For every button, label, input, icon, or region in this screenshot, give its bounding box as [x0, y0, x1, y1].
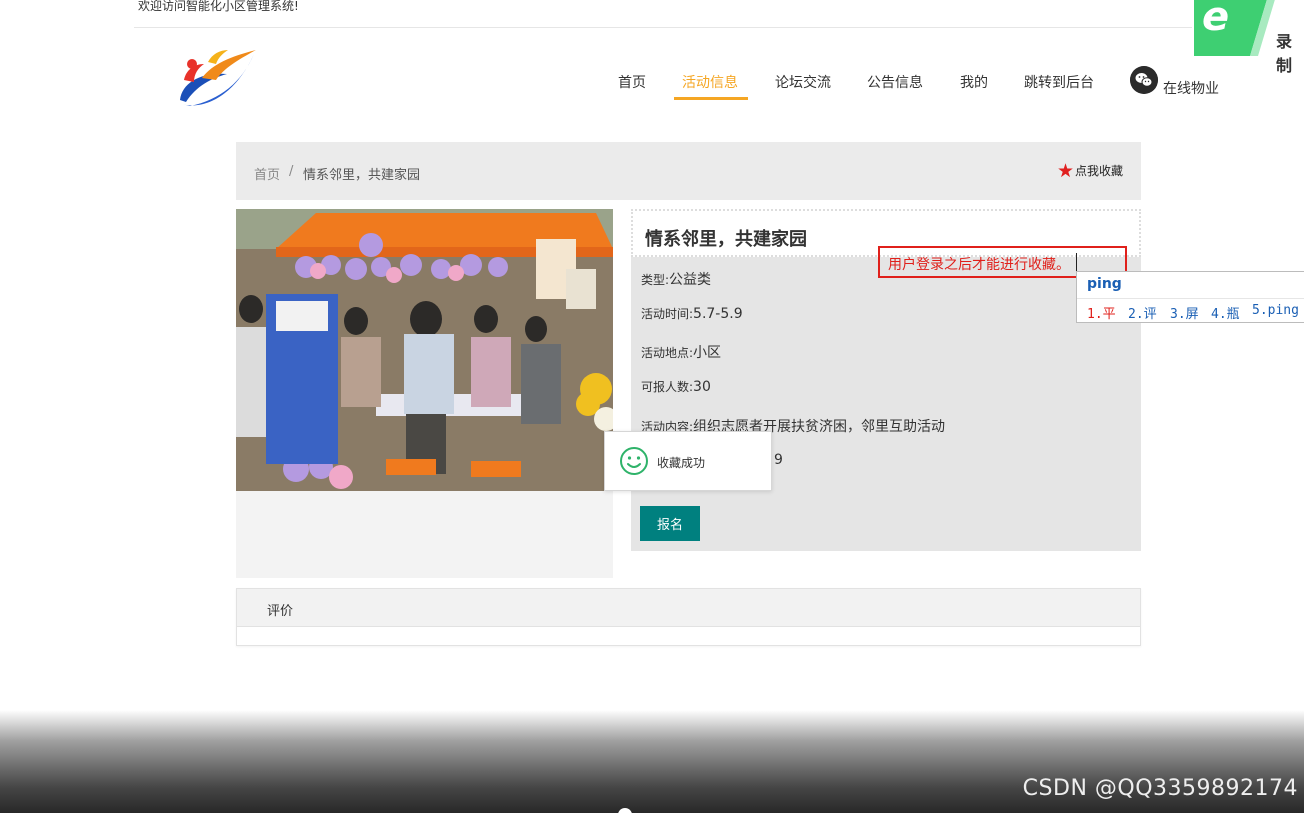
activity-time: 活动时间:5.7-5.9 [641, 305, 743, 322]
activity-time-label: 活动时间: [641, 307, 694, 321]
activity-quota-value: 30 [693, 379, 711, 395]
svg-text:e: e [1202, 0, 1229, 40]
ime-candidates: 1.平 2.评 3.屏 4.瓶 5.ping [1077, 298, 1304, 324]
nav-activities[interactable]: 活动信息 [682, 72, 738, 92]
activity-photo [236, 209, 613, 491]
activity-time-value: 5.7-5.9 [693, 306, 743, 322]
activity-type: 类型:公益类 [641, 269, 711, 289]
activity-place-value: 小区 [693, 345, 722, 361]
ime-composition: ping [1087, 276, 1122, 292]
activity-place: 活动地点:小区 [641, 342, 721, 362]
ime-candidate[interactable]: 1.平 [1087, 303, 1116, 322]
smile-icon [620, 447, 648, 475]
star-icon: ★ [1056, 159, 1074, 182]
recorder-label: 录制 [1276, 32, 1293, 75]
breadcrumb-current: 情系邻里，共建家园 [303, 168, 421, 183]
toast-popup: 收藏成功 [604, 431, 772, 491]
header-divider [134, 27, 1304, 28]
activity-type-label: 类型: [641, 273, 670, 287]
welcome-text: 欢迎访问智能化小区管理系统! [138, 0, 299, 13]
breadcrumb-separator: / [289, 164, 294, 179]
ime-candidate[interactable]: 4.瓶 [1211, 303, 1240, 322]
login-tip-text: 用户登录之后才能进行收藏。 [888, 257, 1070, 273]
ime-candidate[interactable]: 3.屏 [1170, 303, 1199, 322]
activity-title: 情系邻里，共建家园 [645, 229, 807, 250]
nav-mine[interactable]: 我的 [960, 72, 988, 92]
favorite-label: 点我收藏 [1074, 164, 1123, 178]
nav-admin[interactable]: 跳转到后台 [1024, 72, 1094, 92]
review-section: 评价 [236, 588, 1141, 646]
activity-quota-label: 可报人数: [641, 380, 694, 394]
nav-active-indicator [674, 97, 748, 100]
csdn-watermark: CSDN @QQ3359892174 [1022, 776, 1298, 801]
nav-home[interactable]: 首页 [618, 72, 646, 92]
ime-candidate-window: ping 1.平 2.评 3.屏 4.瓶 5.ping [1076, 271, 1304, 323]
activity-place-label: 活动地点: [641, 346, 694, 360]
text-caret [1076, 253, 1077, 271]
breadcrumb-home[interactable]: 首页 [254, 164, 280, 183]
favorite-button[interactable]: ★ 点我收藏 [1056, 159, 1123, 182]
activity-type-value: 公益类 [669, 272, 712, 288]
activity-quota: 可报人数:30 [641, 378, 711, 395]
breadcrumb: 首页 / 情系邻里，共建家园 ★ 点我收藏 [236, 142, 1141, 200]
wechat-icon[interactable] [1130, 66, 1158, 94]
activity-partial-value: 9 [774, 452, 783, 468]
nav-forum[interactable]: 论坛交流 [775, 72, 831, 92]
ime-candidate[interactable]: 2.评 [1128, 303, 1157, 322]
review-header: 评价 [237, 589, 1140, 627]
photo-panel [236, 209, 613, 578]
site-logo[interactable] [172, 42, 258, 110]
nav-announcements[interactable]: 公告信息 [867, 72, 923, 92]
ime-candidate[interactable]: 5.ping [1252, 303, 1299, 318]
toast-message: 收藏成功 [657, 456, 706, 470]
signup-button[interactable]: 报名 [640, 506, 700, 541]
review-title: 评价 [267, 604, 294, 619]
nav-online-service[interactable]: 在线物业 [1163, 78, 1219, 98]
